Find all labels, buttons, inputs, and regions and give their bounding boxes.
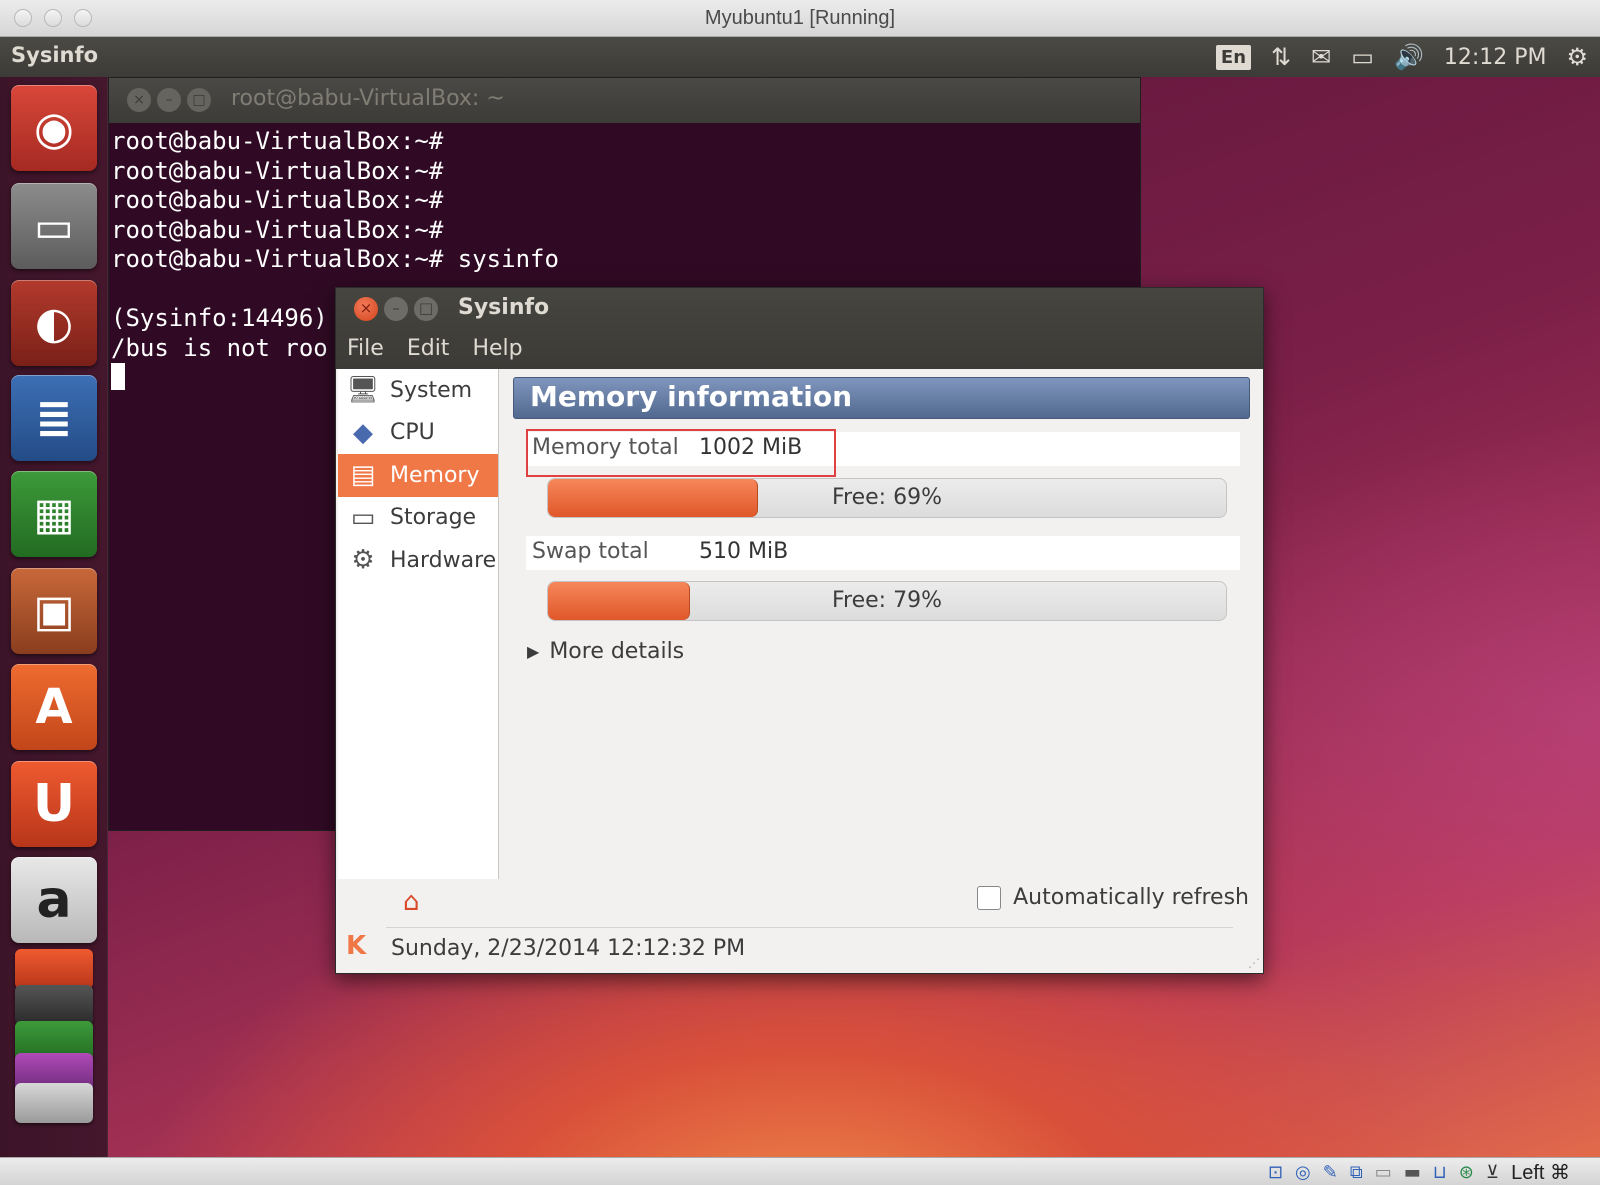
- optical-drive-icon[interactable]: ◎: [1295, 1162, 1311, 1183]
- terminal-maximize-icon[interactable]: □: [187, 88, 211, 112]
- dash-home-icon[interactable]: ◉: [11, 85, 97, 171]
- terminal-close-icon[interactable]: ×: [127, 88, 151, 112]
- sidebar-item-memory[interactable]: ▤ Memory: [338, 454, 498, 497]
- auto-refresh-toggle[interactable]: Automatically refresh: [977, 885, 1249, 910]
- terminal-line: root@babu-VirtualBox:~#: [111, 127, 444, 155]
- menu-help[interactable]: Help: [461, 334, 534, 369]
- terminal-window-controls: × – □: [127, 88, 211, 112]
- menu-edit[interactable]: Edit: [396, 334, 462, 369]
- hardware-gear-icon: ⚙: [351, 545, 375, 576]
- minimize-icon[interactable]: –: [384, 297, 408, 321]
- sysinfo-window-controls: × – □: [354, 297, 438, 321]
- panel-clock[interactable]: 12:12 PM: [1444, 45, 1547, 70]
- sysinfo-window[interactable]: × – □ Sysinfo File Edit Help 🖥 System ◆ …: [335, 287, 1264, 974]
- cpu-icon: ◆: [353, 417, 373, 448]
- calc-icon[interactable]: ▦: [11, 471, 97, 557]
- terminal-line: root@babu-VirtualBox:~#: [111, 186, 444, 214]
- memory-icon: ▤: [350, 460, 376, 491]
- monitor-icon: 🖥: [346, 375, 380, 406]
- swap-total-label: Swap total: [532, 539, 649, 564]
- stack-card-icon: [15, 985, 93, 1025]
- section-title: Memory information: [513, 377, 1250, 419]
- stack-card-icon: [15, 949, 93, 989]
- swap-free-text: Free: 79%: [832, 588, 942, 613]
- swap-total-row: Swap total 510 MiB: [526, 536, 1240, 570]
- sidebar-item-hardware[interactable]: ⚙ Hardware: [338, 539, 498, 582]
- home-icon[interactable]: ⌂: [403, 887, 420, 917]
- maximize-icon[interactable]: □: [414, 297, 438, 321]
- expander-arrow-icon: ▶: [527, 642, 540, 661]
- terminal-cursor: [111, 363, 125, 390]
- sidebar-item-label: Storage: [390, 505, 477, 531]
- auto-refresh-label: Automatically refresh: [1013, 885, 1249, 910]
- usb-icon[interactable]: ✎: [1323, 1162, 1338, 1183]
- shared-folder-icon[interactable]: ▭: [1375, 1162, 1392, 1183]
- unity-launcher: ◉ ▭ ◐ ≣ ▦ ▣ A U a: [0, 77, 108, 1157]
- system-gear-icon[interactable]: ⚙: [1566, 45, 1588, 69]
- firefox-icon[interactable]: ◐: [11, 280, 97, 366]
- virtualbox-statusbar: ⊡ ◎ ✎ ⧉ ▭ ▬ ⊔ ⊛ ⊻ Left ⌘: [0, 1157, 1600, 1185]
- battery-icon[interactable]: ▭: [1351, 45, 1374, 69]
- sysinfo-title: Sysinfo: [458, 295, 550, 320]
- host-window-title: Myubuntu1 [Running]: [704, 7, 896, 29]
- sidebar-item-label: CPU: [390, 420, 435, 446]
- storage-icon: ▭: [350, 502, 376, 533]
- memory-free-text: Free: 69%: [832, 485, 942, 510]
- terminal-line: root@babu-VirtualBox:~# sysinfo: [111, 245, 559, 273]
- sidebar-item-label: Hardware: [390, 547, 497, 573]
- more-details-label: More details: [549, 639, 685, 664]
- sysinfo-titlebar[interactable]: × – □ Sysinfo File Edit Help: [336, 288, 1263, 369]
- host-key-label: Left ⌘: [1511, 1161, 1570, 1184]
- more-details-expander[interactable]: ▶ More details: [527, 639, 684, 664]
- sidebar-item-cpu[interactable]: ◆ CPU: [338, 412, 498, 455]
- mail-icon[interactable]: ✉: [1311, 45, 1331, 69]
- terminal-line: root@babu-VirtualBox:~#: [111, 215, 444, 244]
- amazon-icon[interactable]: a: [11, 857, 97, 943]
- stack-card-icon: [15, 1083, 93, 1123]
- terminal-titlebar[interactable]: × – □ root@babu-VirtualBox: ~: [109, 78, 1140, 123]
- network-icon[interactable]: ⇅: [1271, 45, 1291, 69]
- sidebar-item-label: System: [390, 377, 473, 403]
- host-window-titlebar: Myubuntu1 [Running]: [0, 0, 1600, 37]
- network-adapter-icon[interactable]: ⧉: [1350, 1162, 1363, 1183]
- files-icon[interactable]: ▭: [11, 183, 97, 269]
- sidebar-item-label: Memory: [390, 462, 480, 488]
- launcher-overflow-stack[interactable]: [11, 945, 97, 1125]
- sysinfo-menubar: File Edit Help: [336, 334, 535, 369]
- resize-grip-icon[interactable]: ⋰: [1248, 956, 1260, 970]
- statusbar-divider: [386, 927, 1233, 928]
- swap-total-value: 510 MiB: [699, 539, 789, 564]
- volume-icon[interactable]: 🔊: [1394, 45, 1424, 69]
- ubuntu-one-icon[interactable]: U: [11, 761, 97, 847]
- terminal-line: root@babu-VirtualBox:~#: [111, 156, 444, 185]
- memory-total-highlight: [526, 429, 836, 477]
- panel-app-name: Sysinfo: [11, 43, 99, 67]
- impress-icon[interactable]: ▣: [11, 568, 97, 654]
- close-icon[interactable]: ×: [354, 297, 378, 321]
- writer-icon[interactable]: ≣: [11, 375, 97, 461]
- memory-usage-bar: Free: 69%: [547, 478, 1227, 518]
- keyboard-capture-icon[interactable]: ⊻: [1486, 1162, 1499, 1183]
- auto-refresh-checkbox[interactable]: [977, 885, 1002, 910]
- sysinfo-sidebar: 🖥 System ◆ CPU ▤ Memory ▭ Storage ⚙ Hard…: [338, 369, 499, 879]
- back-first-icon[interactable]: K: [346, 931, 366, 961]
- terminal-title: root@babu-VirtualBox: ~: [231, 86, 505, 111]
- sidebar-item-system[interactable]: 🖥 System: [338, 369, 498, 412]
- video-capture-icon[interactable]: ⊔: [1433, 1162, 1447, 1183]
- status-timestamp: Sunday, 2/23/2014 12:12:32 PM: [391, 936, 746, 961]
- vbox-device-icons: ⊡ ◎ ✎ ⧉ ▭ ▬ ⊔ ⊛ ⊻ Left ⌘: [1268, 1160, 1570, 1184]
- hard-disk-icon[interactable]: ⊡: [1268, 1162, 1283, 1183]
- ubuntu-top-panel: Sysinfo En ⇅ ✉ ▭ 🔊 12:12 PM ⚙: [0, 37, 1600, 77]
- menu-file[interactable]: File: [336, 334, 396, 369]
- software-center-icon[interactable]: A: [11, 664, 97, 750]
- swap-usage-bar: Free: 79%: [547, 581, 1227, 621]
- keyboard-layout-indicator[interactable]: En: [1215, 44, 1252, 70]
- panel-indicators: En ⇅ ✉ ▭ 🔊 12:12 PM ⚙: [1215, 41, 1588, 73]
- display-icon[interactable]: ▬: [1404, 1162, 1421, 1183]
- mouse-integration-icon[interactable]: ⊛: [1459, 1162, 1474, 1183]
- terminal-minimize-icon[interactable]: –: [157, 88, 181, 112]
- sidebar-item-storage[interactable]: ▭ Storage: [338, 497, 498, 540]
